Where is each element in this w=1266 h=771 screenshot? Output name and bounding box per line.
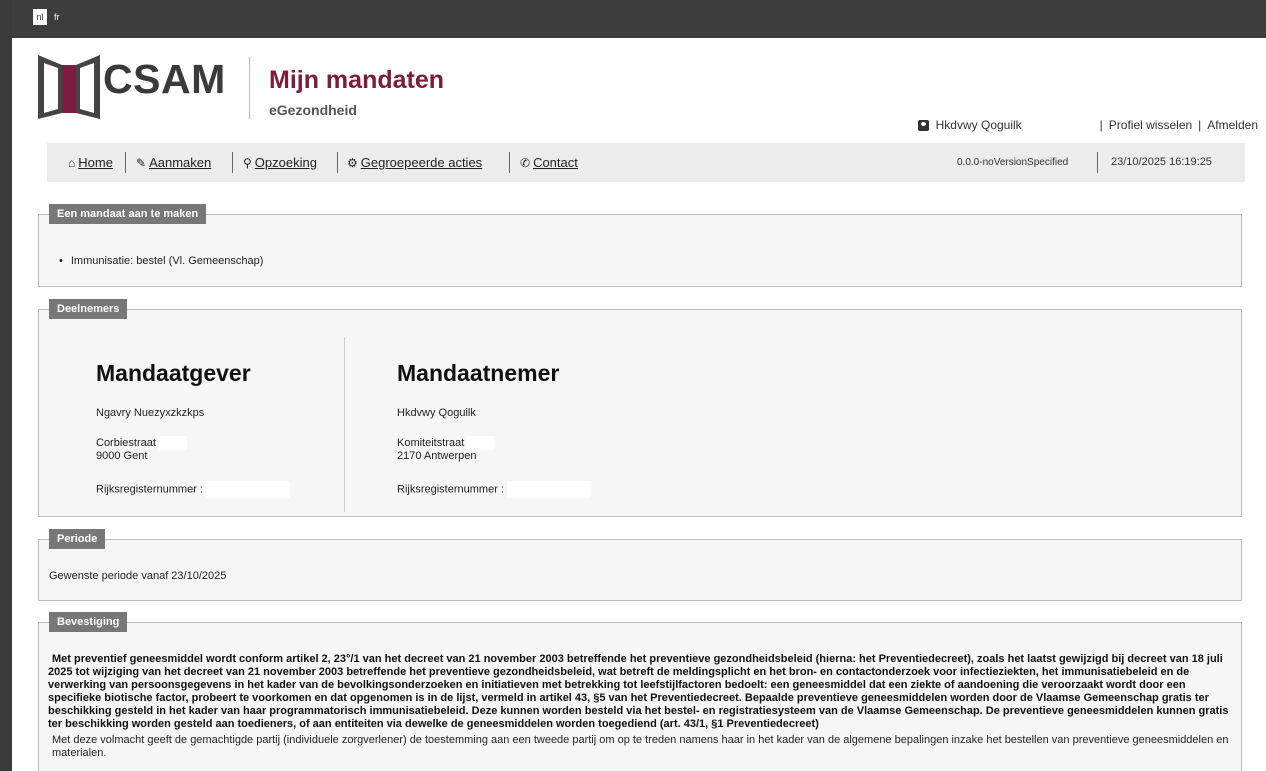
period-section: Periode Gewenste periode vanaf 23/10/202… [38,529,1242,601]
main-navigation: ⌂ Home ✎ Aanmaken ⚲ Opzoeking ⚙ Gegroepe… [47,143,1245,182]
logo-text: CSAM [103,56,226,102]
giver-name: Ngavry Nuezyxzkzkps [96,407,205,419]
mandate-list: Immunisatie: bestel (Vl. Gemeenschap) [59,255,264,267]
participants-divider [344,337,345,512]
nav-grouped-actions[interactable]: ⚙ Gegroepeerde acties [347,155,482,170]
version-label: 0.0.0-noVersionSpecified [957,157,1069,168]
home-icon: ⌂ [68,155,76,170]
nav-search[interactable]: ⚲ Opzoeking [243,155,317,170]
receiver-rrn: Rijksregisternummer : [397,481,592,498]
user-bar: Hkdvwy Qoguilk | Profiel wisselen | Afme… [917,118,1258,132]
user-icon [917,119,929,131]
period-text: Gewenste periode vanaf 23/10/2025 [49,570,227,582]
participants-section: Deelnemers Mandaatgever Ngavry Nuezyxzkz… [38,299,1242,517]
group-icon: ⚙ [347,155,358,170]
receiver-street: Komiteitstraat [397,436,591,450]
receiver-title: Mandaatnemer [397,360,560,386]
language-fr-link[interactable]: fr [54,11,60,23]
confirmation-text: Met deze volmacht geeft de gemachtigde p… [52,734,1229,759]
phone-icon: ✆ [520,155,531,170]
giver-rrn: Rijksregisternummer : [96,481,291,498]
switch-profile-link[interactable]: Profiel wisselen [1109,118,1192,132]
mandate-legend: Een mandaat aan te maken [49,204,207,224]
period-legend: Periode [49,529,106,549]
nav-home[interactable]: ⌂ Home [68,155,113,170]
giver-title: Mandaatgever [96,360,251,386]
giver-street: Corbiestraat [96,436,290,450]
language-nl-link[interactable]: nl [33,9,47,25]
app-title: Mijn mandaten [269,66,445,94]
search-icon: ⚲ [243,155,252,170]
datetime-label: 23/10/2025 16:19:25 [1111,156,1212,168]
confirmation-legend: Bevestiging [49,612,128,632]
mandate-giver: Mandaatgever Ngavry Nuezyxzkzkps Corbies… [96,360,291,498]
confirmation-bold-text: Met preventief geneesmiddel wordt confor… [48,653,1229,730]
receiver-city: 2170 Antwerpen [397,450,477,462]
csam-logo-icon [38,55,100,119]
logo-divider [249,57,250,119]
user-name: Hkdvwy Qoguilk [935,118,1022,132]
logout-link[interactable]: Afmelden [1207,118,1258,132]
receiver-name: Hkdvwy Qoguilk [397,407,476,419]
confirmation-section: Bevestiging Met preventief geneesmiddel … [38,612,1242,771]
app-subtitle: eGezondheid [269,102,357,118]
giver-city: 9000 Gent [96,450,148,462]
mandate-receiver: Mandaatnemer Hkdvwy Qoguilk Komiteitstra… [397,360,592,498]
nav-contact[interactable]: ✆ Contact [520,155,578,170]
mandate-section: Een mandaat aan te maken Immunisatie: be… [38,204,1242,287]
participants-legend: Deelnemers [49,299,128,319]
language-bar: nl fr [12,0,1266,38]
pencil-icon: ✎ [136,155,147,170]
nav-create[interactable]: ✎ Aanmaken [136,155,211,170]
window-frame [0,0,12,771]
list-item: Immunisatie: bestel (Vl. Gemeenschap) [59,255,264,267]
